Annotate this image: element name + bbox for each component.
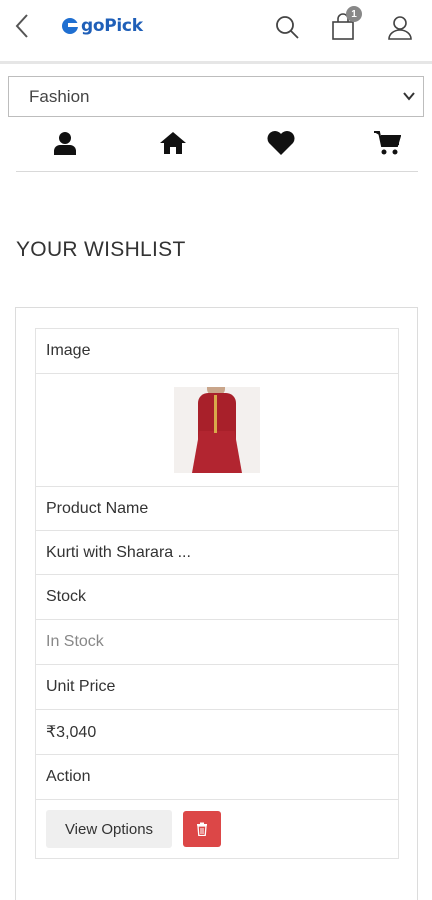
product-name-row: Kurti with Sharara ...: [36, 531, 398, 575]
price-row: ₹3,040: [36, 710, 398, 755]
user-icon: [54, 132, 76, 155]
category-select[interactable]: Fashion: [8, 76, 424, 117]
category-selected-value: Fashion: [29, 86, 90, 106]
action-header-row: Action: [36, 755, 398, 800]
image-header-row: Image: [36, 329, 398, 374]
product-name-header-row: Product Name: [36, 487, 398, 531]
chevron-down-icon: [403, 92, 415, 101]
cart-icon: [374, 131, 401, 155]
delete-button[interactable]: [183, 811, 221, 847]
stock-status: In Stock: [46, 633, 104, 650]
page-title: YOUR WISHLIST: [16, 238, 186, 261]
stock-row: In Stock: [36, 620, 398, 665]
search-button[interactable]: [272, 12, 302, 42]
shopping-bag-button[interactable]: 1: [328, 6, 362, 42]
price-header-row: Unit Price: [36, 665, 398, 710]
image-row: [36, 374, 398, 487]
image-header: Image: [46, 342, 91, 359]
account-button[interactable]: [385, 12, 415, 42]
quick-nav-account[interactable]: [50, 128, 80, 158]
product-name-header: Product Name: [46, 499, 149, 517]
header-divider: [0, 61, 432, 64]
quick-nav-cart[interactable]: [372, 128, 402, 158]
account-icon: [388, 16, 412, 40]
action-row: View Options: [36, 800, 398, 858]
quick-nav-home[interactable]: [158, 128, 188, 158]
wishlist-table: Image Product Name Kurti with Sharara ..…: [35, 328, 399, 859]
home-icon: [160, 132, 186, 154]
app-logo[interactable]: goPick: [62, 12, 143, 40]
logo-text: goPick: [81, 16, 143, 36]
product-image[interactable]: [174, 387, 260, 473]
heart-icon: [267, 131, 295, 155]
app-header: goPick 1: [0, 0, 432, 58]
unit-price-header: Unit Price: [46, 678, 116, 695]
back-button[interactable]: [8, 10, 36, 42]
product-name-link[interactable]: Kurti with Sharara ...: [46, 544, 191, 562]
logo-mark-icon: [62, 18, 78, 34]
stock-header-row: Stock: [36, 575, 398, 620]
trash-icon: [197, 822, 207, 836]
chevron-left-icon: [15, 14, 28, 38]
cart-count-badge: 1: [346, 6, 362, 22]
view-options-button[interactable]: View Options: [46, 810, 172, 848]
unit-price-value: ₹3,040: [46, 724, 97, 741]
search-icon: [276, 16, 299, 39]
quick-nav-wishlist[interactable]: [266, 128, 296, 158]
stock-header: Stock: [46, 588, 87, 605]
quick-nav-bar: [16, 118, 418, 172]
action-header: Action: [46, 768, 91, 785]
